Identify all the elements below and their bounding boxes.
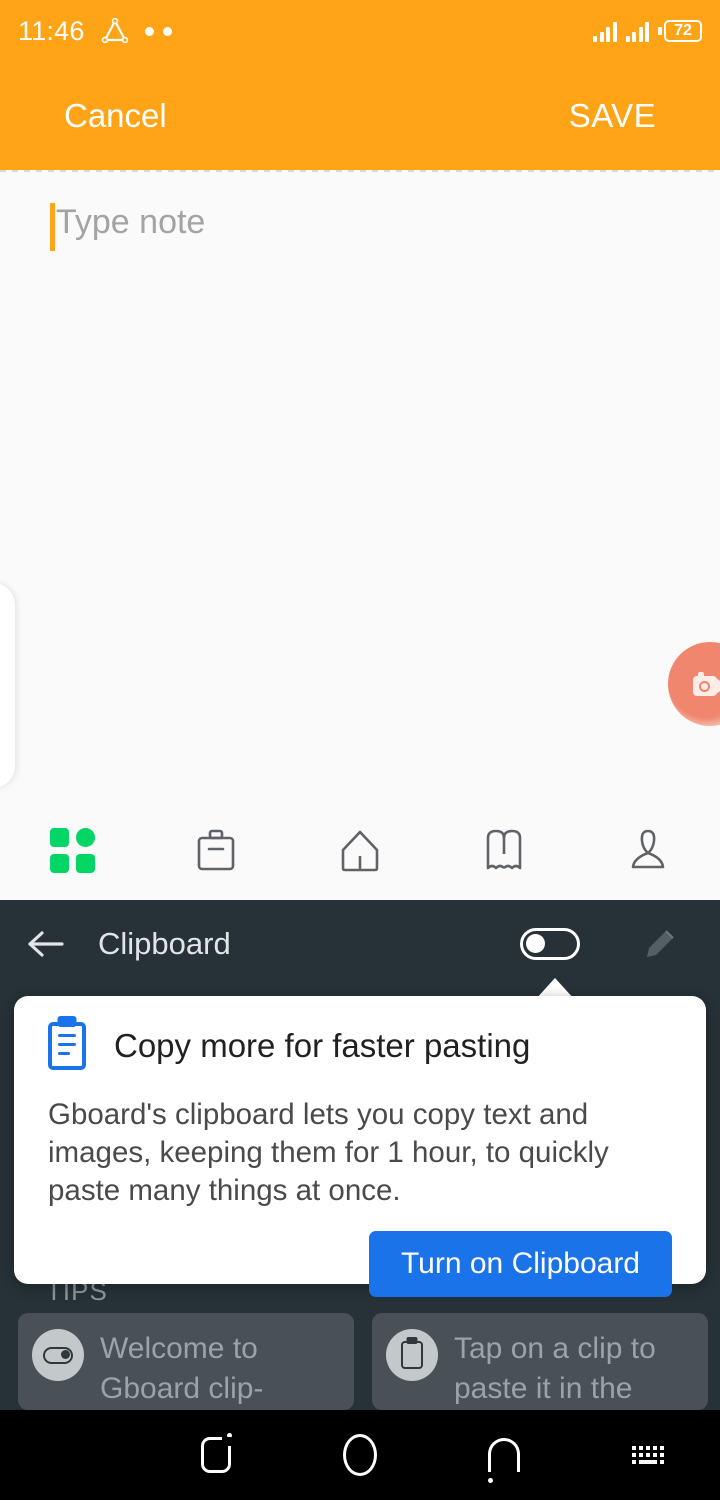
clipboard-title: Clipboard — [98, 926, 231, 961]
keyboard-button[interactable] — [576, 1446, 720, 1464]
person-icon — [624, 825, 672, 875]
recents-button[interactable] — [144, 1433, 288, 1473]
clipboard-header: Clipboard — [0, 900, 720, 988]
battery-level: 72 — [664, 20, 702, 42]
back-button[interactable] — [432, 1438, 576, 1483]
battery-icon: 72 — [658, 20, 702, 42]
home-button[interactable] — [288, 1434, 432, 1476]
dialog-title: Copy more for faster pasting — [114, 1027, 531, 1064]
text-caret — [50, 203, 55, 251]
note-divider — [0, 170, 720, 172]
note-placeholder: Type note — [56, 203, 206, 241]
clipboard-icon — [48, 1022, 86, 1070]
save-button[interactable]: SAVE — [569, 97, 656, 135]
cancel-button[interactable]: Cancel — [64, 97, 167, 135]
pencil-icon[interactable] — [640, 924, 680, 964]
note-editor[interactable]: Type note — [0, 170, 720, 900]
tip-card[interactable]: Tap on a clip to paste it in the — [372, 1313, 708, 1410]
tip-card[interactable]: Welcome to Gboard clip- — [18, 1313, 354, 1410]
recents-icon — [201, 1433, 232, 1473]
nav-item-grid[interactable] — [0, 800, 144, 900]
nav-item-home[interactable] — [288, 800, 432, 900]
home-icon — [335, 826, 385, 874]
dot-indicator-group — [144, 26, 172, 36]
turn-on-clipboard-button[interactable]: Turn on Clipboard — [368, 1231, 672, 1298]
dialog-body: Gboard's clipboard lets you copy text an… — [48, 1098, 609, 1207]
book-icon — [478, 826, 530, 874]
side-drawer-peek[interactable] — [0, 583, 15, 788]
clipboard-promo-dialog: Copy more for faster pasting Gboard's cl… — [14, 996, 706, 1298]
drive-triangle-icon — [101, 18, 129, 44]
grid-icon — [49, 827, 95, 873]
tip-text: Tap on a clip to paste it in the — [454, 1332, 656, 1405]
clipboard-toggle[interactable] — [520, 928, 580, 960]
back-arch-icon — [488, 1438, 520, 1483]
back-arrow-icon[interactable] — [26, 928, 68, 960]
nav-item-person[interactable] — [576, 800, 720, 900]
note-input[interactable]: Type note — [50, 200, 205, 251]
toggle-icon — [32, 1329, 84, 1381]
tips-row: Welcome to Gboard clip- Tap on a clip to… — [18, 1313, 708, 1410]
editor-action-bar: Cancel SAVE — [0, 62, 720, 170]
tip-text: Welcome to Gboard clip- — [100, 1332, 264, 1405]
app-bar: 11:46 72 Cancel SAVE — [0, 0, 720, 170]
keyboard-icon — [632, 1446, 664, 1464]
status-bar: 11:46 72 — [0, 0, 720, 62]
phone-screen: 11:46 72 Cancel SAVE Type note Clipboard… — [0, 0, 720, 1500]
status-time: 11:46 — [18, 15, 85, 46]
signal-bars-icon — [625, 20, 649, 42]
nav-item-book[interactable] — [432, 800, 576, 900]
nav-item-briefcase[interactable] — [144, 800, 288, 900]
system-navigation-bar — [0, 1410, 720, 1500]
clipboard-icon — [386, 1329, 438, 1381]
signal-bars-icon — [593, 20, 617, 42]
briefcase-icon — [193, 825, 239, 875]
home-circle-icon — [343, 1434, 377, 1476]
app-bottom-nav — [0, 800, 720, 900]
